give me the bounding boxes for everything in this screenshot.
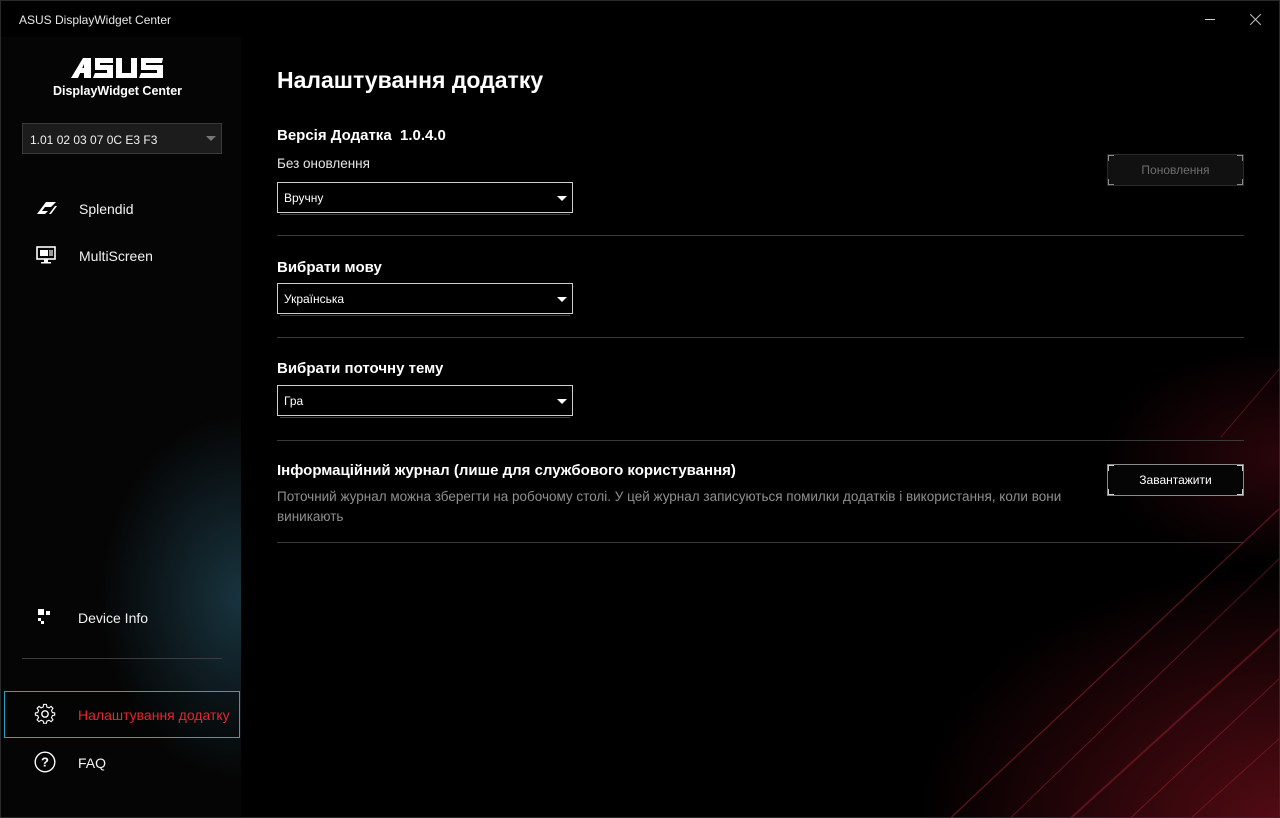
device-select[interactable]: 1.01 02 03 07 0C E3 F3 (22, 123, 222, 154)
version-heading: Версія Додатка 1.0.4.0 (277, 127, 446, 144)
page-title: Налаштування додатку (277, 67, 544, 93)
title-bar: ASUS DisplayWidget Center (1, 1, 1279, 37)
question-icon: ? (34, 751, 56, 773)
asus-logo (71, 58, 163, 78)
device-select-value: 1.01 02 03 07 0C E3 F3 (30, 133, 158, 147)
close-icon (1250, 13, 1262, 25)
log-description: Поточний журнал можна зберегти на робочо… (277, 489, 1062, 524)
minimize-button[interactable] (1187, 3, 1233, 35)
language-value: Українська (284, 292, 345, 306)
chevron-down-icon (557, 297, 567, 302)
section-divider (277, 440, 1244, 441)
device-info-icon (34, 608, 56, 626)
sidebar-item-label: Splendid (79, 201, 134, 217)
update-status: Без оновлення (277, 156, 370, 171)
sidebar-item-faq[interactable]: ? FAQ (1, 742, 241, 782)
download-button[interactable]: Завантажити (1107, 464, 1244, 496)
sidebar-item-device-info[interactable]: Device Info (1, 597, 241, 637)
section-divider (277, 235, 1244, 236)
chevron-down-icon (206, 136, 216, 141)
chevron-down-icon (557, 399, 567, 404)
sidebar-item-app-settings[interactable]: Налаштування додатку (4, 691, 240, 738)
update-mode-select[interactable]: Вручну (277, 182, 573, 215)
theme-select[interactable]: Гра (277, 385, 573, 418)
sidebar-item-splendid[interactable]: Splendid (1, 188, 241, 228)
sidebar-item-label: Device Info (78, 610, 149, 626)
log-heading: Інформаційний журнал (лише для службовог… (277, 462, 736, 479)
sidebar: DisplayWidget Center 1.01 02 03 07 0C E3… (1, 37, 241, 817)
theme-value: Гра (284, 394, 304, 408)
section-divider (277, 337, 1244, 338)
language-heading: Вибрати мову (277, 259, 382, 276)
update-button[interactable]: Поновлення (1107, 154, 1244, 186)
window-title: ASUS DisplayWidget Center (19, 13, 172, 27)
sidebar-item-multiscreen[interactable]: MultiScreen (1, 235, 241, 275)
brand-subtitle: DisplayWidget Center (52, 84, 183, 98)
gear-icon (34, 703, 56, 724)
section-divider (277, 542, 1244, 543)
svg-text:?: ? (41, 755, 49, 770)
version-label: Версія Додатка (277, 127, 392, 144)
close-button[interactable] (1233, 3, 1279, 35)
sidebar-item-label: MultiScreen (79, 248, 153, 264)
version-value: 1.0.4.0 (400, 127, 446, 144)
app-window: ASUS DisplayWidget Center DisplayWidget … (0, 0, 1280, 818)
main-panel: Налаштування додатку Версія Додатка 1.0.… (241, 37, 1279, 817)
download-button-label: Завантажити (1139, 473, 1212, 487)
update-button-label: Поновлення (1141, 163, 1210, 177)
sidebar-divider (22, 658, 222, 659)
theme-heading: Вибрати поточну тему (277, 360, 444, 377)
chevron-down-icon (557, 196, 567, 201)
splendid-icon (36, 199, 58, 217)
monitor-icon (36, 246, 58, 264)
sidebar-item-label: FAQ (78, 755, 107, 771)
language-select[interactable]: Українська (277, 283, 573, 316)
sidebar-item-label: Налаштування додатку (78, 707, 230, 723)
minimize-icon (1205, 18, 1215, 20)
update-mode-value: Вручну (284, 191, 324, 205)
